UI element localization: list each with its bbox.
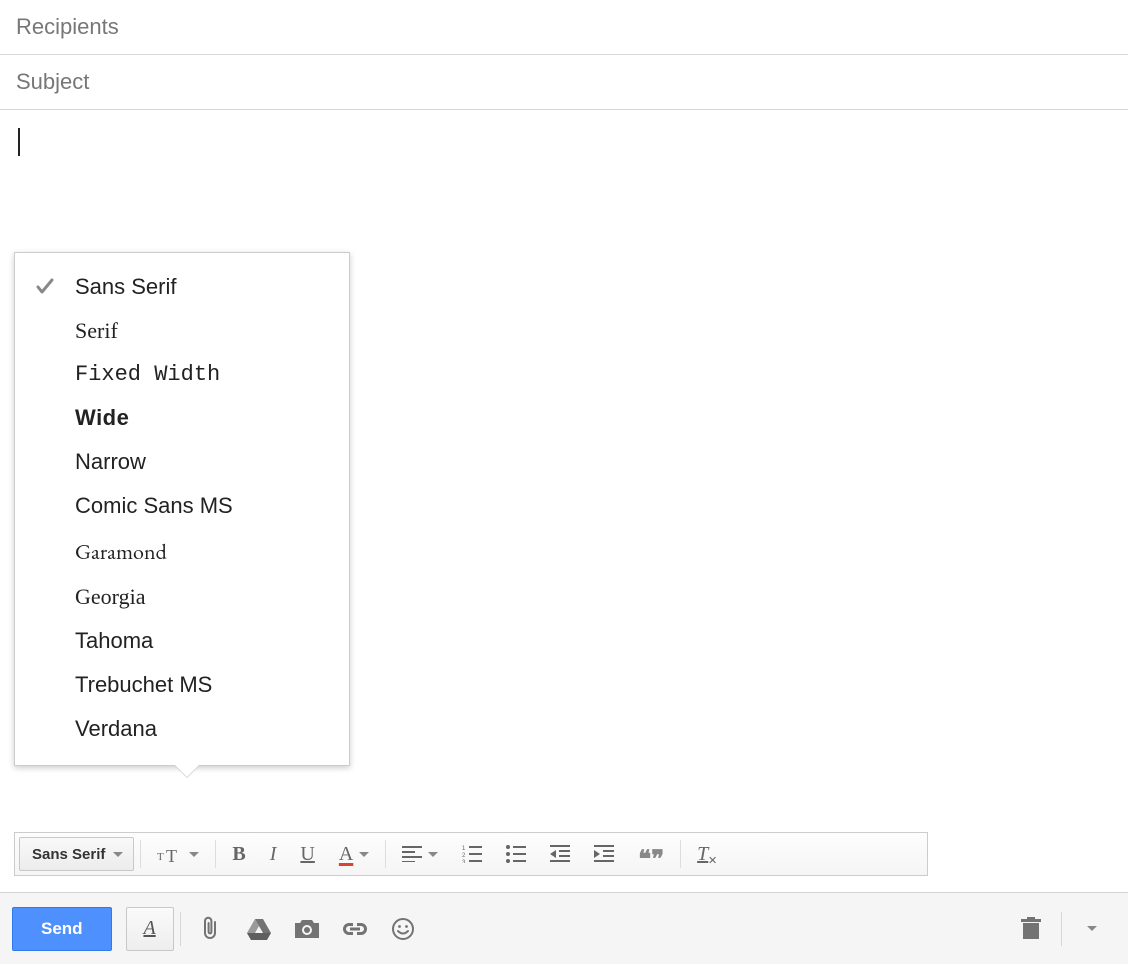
underline-icon: U bbox=[300, 843, 314, 866]
camera-icon bbox=[293, 918, 321, 940]
formatting-toggle-icon: A bbox=[143, 917, 155, 940]
text-color-button[interactable]: A bbox=[329, 837, 379, 871]
chevron-down-icon bbox=[1087, 926, 1097, 931]
quote-button[interactable]: ❝❞ bbox=[628, 837, 674, 871]
font-menu-item[interactable]: Tahoma bbox=[15, 619, 349, 663]
align-left-icon bbox=[402, 846, 422, 862]
numbered-list-button[interactable]: 1 2 3 bbox=[452, 837, 492, 871]
font-menu-item-label: Fixed Width bbox=[75, 362, 329, 387]
svg-text:2: 2 bbox=[462, 853, 466, 859]
indent-less-icon bbox=[550, 845, 570, 863]
bulleted-list-icon bbox=[506, 845, 526, 863]
font-menu-item-label: Wide bbox=[75, 405, 329, 431]
font-menu-item[interactable]: Verdana bbox=[15, 707, 349, 751]
font-menu-item[interactable]: Narrow bbox=[15, 440, 349, 484]
recipients-field[interactable]: Recipients bbox=[0, 0, 1128, 55]
font-menu-item[interactable]: Garamond bbox=[15, 528, 349, 575]
underline-button[interactable]: U bbox=[290, 837, 324, 871]
svg-text:T: T bbox=[166, 846, 177, 864]
font-menu-item-label: Narrow bbox=[75, 449, 329, 475]
subject-field[interactable]: Subject bbox=[0, 55, 1128, 110]
more-options-button[interactable] bbox=[1068, 907, 1116, 951]
font-family-select[interactable]: Sans Serif bbox=[19, 837, 134, 871]
font-family-menu: Sans Serif Serif Fixed Width Wide Narrow Comi… bbox=[14, 252, 350, 766]
separator bbox=[385, 840, 386, 868]
bulleted-list-button[interactable] bbox=[496, 837, 536, 871]
font-menu-item-label: Georgia bbox=[75, 584, 329, 610]
text-size-icon: T T bbox=[157, 844, 183, 864]
font-menu-item[interactable]: Fixed Width bbox=[15, 353, 349, 396]
svg-text:3: 3 bbox=[462, 860, 466, 863]
font-menu-item-label: Verdana bbox=[75, 716, 329, 742]
bold-button[interactable]: B bbox=[222, 837, 255, 871]
indent-more-button[interactable] bbox=[584, 837, 624, 871]
paperclip-icon bbox=[200, 916, 222, 942]
compose-action-bar: Send A bbox=[0, 892, 1128, 964]
font-menu-item-label: Trebuchet MS bbox=[75, 672, 329, 698]
remove-formatting-icon: T✕ bbox=[697, 843, 708, 866]
svg-text:T: T bbox=[157, 851, 164, 863]
insert-emoji-button[interactable] bbox=[379, 907, 427, 951]
send-button[interactable]: Send bbox=[12, 907, 112, 951]
svg-text:1: 1 bbox=[462, 846, 466, 852]
chevron-down-icon bbox=[113, 852, 123, 857]
numbered-list-icon: 1 2 3 bbox=[462, 845, 482, 863]
font-menu-item[interactable]: Wide bbox=[15, 396, 349, 440]
font-menu-item-label: Sans Serif bbox=[75, 274, 329, 300]
separator bbox=[215, 840, 216, 868]
font-menu-item[interactable]: Georgia bbox=[15, 575, 349, 619]
remove-formatting-button[interactable]: T✕ bbox=[687, 837, 718, 871]
font-menu-item[interactable]: Trebuchet MS bbox=[15, 663, 349, 707]
drive-icon bbox=[246, 917, 272, 941]
trash-icon bbox=[1021, 917, 1041, 941]
emoji-icon bbox=[391, 917, 415, 941]
font-menu-item[interactable]: Sans Serif bbox=[15, 265, 349, 309]
bold-icon: B bbox=[232, 843, 245, 866]
font-menu-item[interactable]: Serif bbox=[15, 309, 349, 353]
font-menu-item-label: Tahoma bbox=[75, 628, 329, 654]
separator bbox=[140, 840, 141, 868]
chevron-down-icon bbox=[428, 852, 438, 857]
insert-drive-button[interactable] bbox=[235, 907, 283, 951]
font-menu-item-label: Serif bbox=[75, 318, 329, 344]
formatting-toggle-button[interactable]: A bbox=[126, 907, 174, 951]
font-menu-item-label: Comic Sans MS bbox=[75, 493, 329, 519]
italic-icon: I bbox=[270, 843, 277, 866]
formatting-toolbar: Sans Serif T T B I U A bbox=[14, 832, 928, 876]
text-caret bbox=[18, 128, 20, 156]
insert-photo-button[interactable] bbox=[283, 907, 331, 951]
indent-more-icon bbox=[594, 845, 614, 863]
font-family-select-label: Sans Serif bbox=[32, 846, 105, 863]
recipients-placeholder: Recipients bbox=[16, 14, 119, 39]
align-button[interactable] bbox=[392, 837, 448, 871]
discard-draft-button[interactable] bbox=[1007, 907, 1055, 951]
separator bbox=[1061, 912, 1062, 946]
italic-button[interactable]: I bbox=[260, 837, 287, 871]
separator bbox=[180, 912, 181, 946]
font-menu-item[interactable]: Comic Sans MS bbox=[15, 484, 349, 528]
separator bbox=[680, 840, 681, 868]
insert-link-button[interactable] bbox=[331, 907, 379, 951]
font-size-button[interactable]: T T bbox=[147, 837, 209, 871]
indent-less-button[interactable] bbox=[540, 837, 580, 871]
chevron-down-icon bbox=[189, 852, 199, 857]
link-icon bbox=[341, 921, 369, 937]
font-menu-item-label: Garamond bbox=[75, 537, 329, 566]
attach-file-button[interactable] bbox=[187, 907, 235, 951]
chevron-down-icon bbox=[359, 852, 369, 857]
subject-placeholder: Subject bbox=[16, 69, 89, 94]
text-color-icon: A bbox=[339, 843, 353, 866]
check-icon bbox=[35, 277, 75, 297]
